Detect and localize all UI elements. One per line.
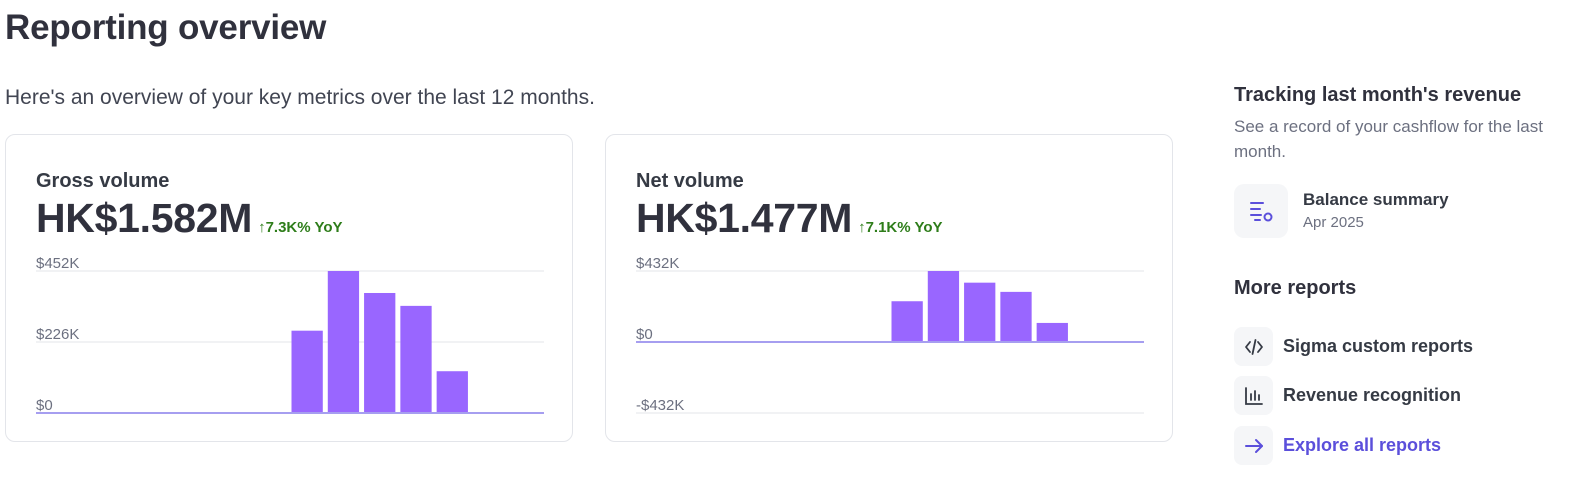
balance-summary-date: Apr 2025 — [1303, 214, 1364, 231]
bar-chart-icon — [1234, 376, 1273, 415]
arrow-right-icon — [1234, 426, 1273, 465]
tracking-heading: Tracking last month's revenue — [1234, 84, 1522, 106]
y-tick-label: $432K — [636, 255, 679, 272]
y-tick-label: $226K — [36, 326, 79, 343]
bar — [964, 282, 996, 342]
balance-summary-title: Balance summary — [1303, 190, 1449, 209]
code-icon — [1234, 327, 1273, 366]
report-link-label: Sigma custom reports — [1283, 336, 1474, 356]
page-subtitle: Here's an overview of your key metrics o… — [5, 86, 595, 109]
net-volume-card[interactable]: Net volume HK$1.477M ↑7.1K% YoY $432K $0-… — [605, 134, 1173, 442]
bar — [436, 371, 468, 413]
bar — [891, 301, 923, 342]
gross-volume-card[interactable]: Gross volume HK$1.582M ↑7.3K% YoY $452K $… — [5, 134, 573, 442]
bar — [291, 330, 323, 413]
bar — [327, 271, 360, 413]
y-tick-label: $452K — [36, 255, 79, 272]
report-link-label: Explore all reports — [1283, 435, 1442, 455]
net-volume-chart: $432K $0 -$432K — [636, 255, 1144, 414]
bar — [400, 305, 432, 413]
page-title: Reporting overview — [5, 8, 327, 47]
tracking-description: See a record of your cashflow for the la… — [1234, 117, 1543, 161]
bar — [1000, 291, 1032, 342]
bar — [1036, 322, 1068, 342]
more-reports-heading: More reports — [1234, 277, 1357, 299]
gross-volume-chart: $452K $226K $0 — [36, 255, 544, 414]
y-tick-label: -$432K — [636, 397, 684, 414]
y-tick-label: $0 — [36, 397, 53, 414]
y-tick-label: $0 — [636, 326, 653, 343]
bar — [927, 271, 960, 342]
bar — [364, 292, 396, 413]
report-link-label: Revenue recognition — [1283, 385, 1462, 405]
list-filter-icon — [1234, 184, 1288, 238]
